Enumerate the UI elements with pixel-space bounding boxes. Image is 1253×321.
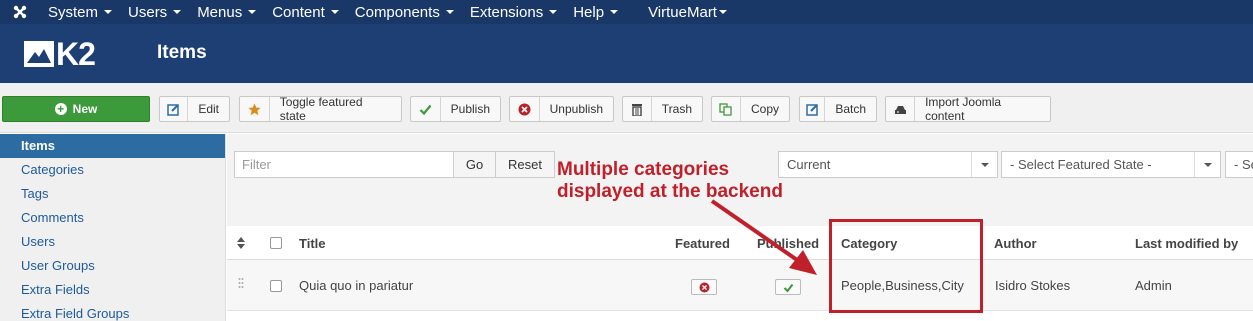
annotation-highlight-box — [829, 219, 983, 313]
annotation-arrow — [710, 199, 817, 275]
